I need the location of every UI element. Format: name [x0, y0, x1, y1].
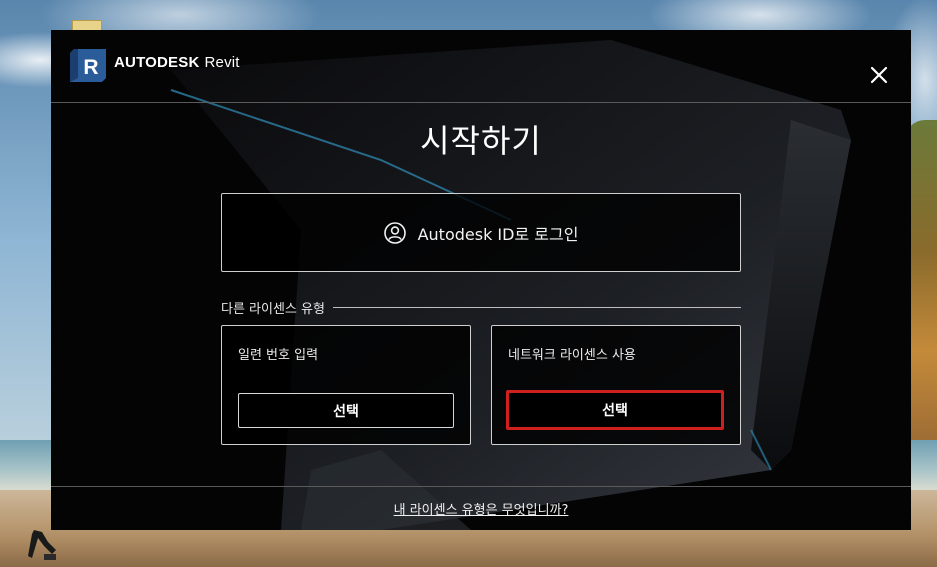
dialog-footer: 내 라이센스 유형은 무엇입니까?	[51, 486, 911, 530]
close-button[interactable]	[864, 60, 894, 90]
page-title: 시작하기	[420, 122, 542, 160]
runner-figure	[28, 530, 56, 560]
signin-autodesk-id-button[interactable]: Autodesk ID로 로그인	[221, 193, 741, 272]
network-license-select-button[interactable]: 선택	[506, 390, 724, 430]
revit-logo-icon: R	[70, 49, 106, 82]
serial-number-card: 일련 번호 입력 선택	[221, 325, 471, 445]
network-license-card-title: 네트워크 라이센스 사용	[508, 348, 636, 363]
close-icon	[870, 66, 888, 84]
other-license-label: 다른 라이센스 유형	[221, 301, 325, 317]
network-license-card: 네트워크 라이센스 사용 선택	[491, 325, 741, 445]
revit-start-dialog: R AUTODESK Revit 시작하기 Autodesk ID로 로그인 다른…	[51, 30, 911, 530]
signin-label: Autodesk ID로 로그인	[417, 224, 579, 244]
other-license-section-header: 다른 라이센스 유형	[221, 298, 741, 317]
svg-text:R: R	[83, 56, 98, 79]
serial-number-card-title: 일련 번호 입력	[238, 348, 319, 363]
license-type-help-link[interactable]: 내 라이센스 유형은 무엇입니까?	[51, 499, 911, 518]
brand-name: AUTODESK	[114, 54, 200, 71]
dialog-header: R AUTODESK Revit	[51, 30, 911, 103]
brand-title: AUTODESK Revit	[114, 54, 240, 74]
product-name: Revit	[204, 54, 240, 71]
user-circle-icon	[383, 221, 406, 244]
serial-number-select-button[interactable]: 선택	[238, 393, 454, 428]
background-artwork	[170, 40, 851, 530]
section-divider	[332, 306, 741, 308]
